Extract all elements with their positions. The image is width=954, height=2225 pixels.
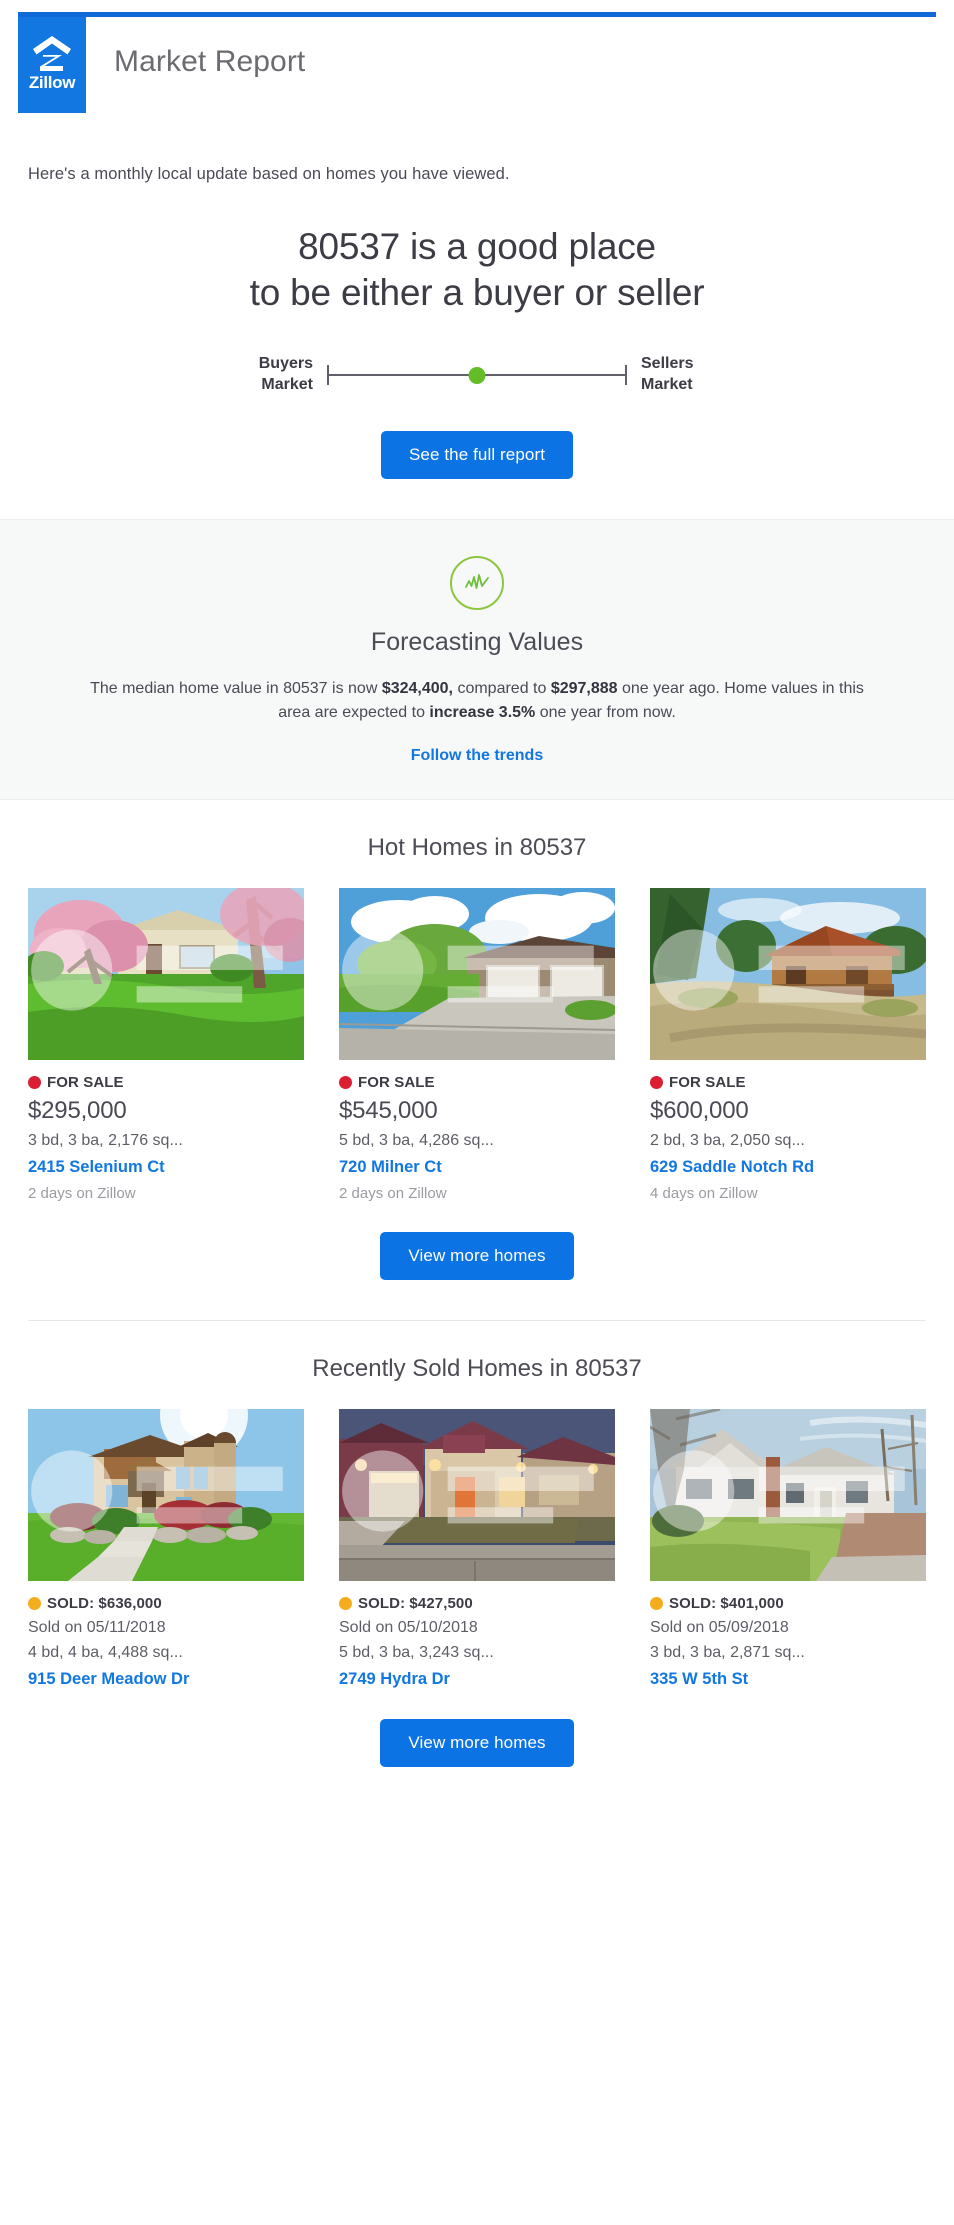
sold-status-badge: SOLD: $427,500 bbox=[339, 1595, 615, 1612]
hot-homes-section: Hot Homes in 80537 FOR SALE $295,000 3 b… bbox=[0, 800, 954, 1286]
listing-photo-stone-house-three-car-garage[interactable] bbox=[339, 888, 615, 1061]
hot-homes-card-grid: FOR SALE $295,000 3 bd, 3 ba, 2,176 sq..… bbox=[28, 888, 926, 1202]
forecast-title: Forecasting Values bbox=[370, 628, 584, 657]
sold-dot-icon bbox=[339, 1597, 352, 1611]
forecast-body: The median home value in 80537 is now $3… bbox=[77, 677, 877, 725]
buyers-market-label: Buyers Market bbox=[258, 354, 313, 393]
forecast-text-1: The median home value in 80537 is now bbox=[90, 680, 382, 698]
for-sale-dot-icon bbox=[28, 1076, 41, 1090]
listing-details: 2 bd, 3 ba, 2,050 sq... bbox=[650, 1132, 805, 1150]
hot-homes-title: Hot Homes in 80537 bbox=[367, 834, 587, 862]
listing-photo-ranch-house-blossom-trees[interactable] bbox=[28, 888, 304, 1061]
sold-status-text: SOLD: $427,500 bbox=[358, 1595, 473, 1613]
sold-address-link[interactable]: 915 Deer Meadow Dr bbox=[28, 1670, 304, 1689]
mls-watermark-icon bbox=[653, 929, 905, 1011]
listing-card[interactable]: FOR SALE $600,000 2 bd, 3 ba, 2,050 sq..… bbox=[650, 888, 926, 1202]
listing-status-text: FOR SALE bbox=[47, 1074, 124, 1092]
sold-status-text: SOLD: $636,000 bbox=[47, 1595, 162, 1613]
trend-line-icon bbox=[450, 556, 504, 611]
sold-status-text: SOLD: $401,000 bbox=[669, 1595, 784, 1613]
listing-address-link[interactable]: 720 Milner Ct bbox=[339, 1158, 615, 1177]
sold-card[interactable]: SOLD: $401,000 Sold on 05/09/2018 3 bd, … bbox=[650, 1409, 926, 1689]
listing-photo-log-cabin-mountain[interactable] bbox=[650, 888, 926, 1061]
hot-homes-cta-row: View more homes bbox=[28, 1232, 926, 1286]
sold-homes-title: Recently Sold Homes in 80537 bbox=[312, 1355, 642, 1383]
hero-headline: 80537 is a good place to be either a buy… bbox=[28, 224, 926, 316]
market-slider-track[interactable] bbox=[327, 360, 627, 390]
hero-cta-row: See the full report bbox=[28, 431, 926, 519]
listing-days-on-zillow: 2 days on Zillow bbox=[339, 1185, 447, 1203]
view-more-homes-button-sold[interactable]: View more homes bbox=[380, 1719, 574, 1768]
mls-watermark-icon bbox=[653, 1450, 905, 1532]
email-body: Zillow Market Report Here's a monthly lo… bbox=[0, 12, 954, 1802]
hero-section: 80537 is a good place to be either a buy… bbox=[0, 184, 954, 519]
for-sale-dot-icon bbox=[339, 1076, 352, 1090]
listing-price: $600,000 bbox=[650, 1097, 749, 1125]
listing-card[interactable]: FOR SALE $545,000 5 bd, 3 ba, 4,286 sq..… bbox=[339, 888, 615, 1202]
listing-status-badge: FOR SALE bbox=[28, 1074, 304, 1091]
sold-card[interactable]: SOLD: $636,000 Sold on 05/11/2018 4 bd, … bbox=[28, 1409, 304, 1689]
listing-address-link[interactable]: 2415 Selenium Ct bbox=[28, 1158, 304, 1177]
sold-homes-section: Recently Sold Homes in 80537 SOLD: $636,… bbox=[0, 1321, 954, 1801]
listing-price: $295,000 bbox=[28, 1097, 127, 1125]
prior-home-value: $297,888 bbox=[550, 680, 618, 698]
sold-date: Sold on 05/09/2018 bbox=[650, 1619, 789, 1637]
sold-status-badge: SOLD: $636,000 bbox=[28, 1595, 304, 1612]
sold-homes-cta-row: View more homes bbox=[28, 1719, 926, 1801]
email-header: Zillow Market Report bbox=[0, 17, 954, 127]
sold-details: 5 bd, 3 ba, 3,243 sq... bbox=[339, 1644, 494, 1662]
mls-watermark-icon bbox=[342, 1450, 594, 1532]
zillow-house-icon bbox=[33, 36, 71, 71]
page-title: Market Report bbox=[114, 45, 306, 78]
sold-photo-craftsman-home-dusk[interactable] bbox=[339, 1409, 615, 1582]
zillow-logo[interactable]: Zillow bbox=[18, 17, 86, 113]
listing-days-on-zillow: 4 days on Zillow bbox=[650, 1185, 758, 1203]
trend-line-glyph bbox=[465, 574, 489, 590]
listing-status-text: FOR SALE bbox=[358, 1074, 435, 1092]
intro-text: Here's a monthly local update based on h… bbox=[28, 165, 510, 183]
sold-dot-icon bbox=[28, 1597, 41, 1611]
listing-status-badge: FOR SALE bbox=[650, 1074, 926, 1091]
forecast-text-4: one year from now. bbox=[535, 704, 676, 722]
market-slider: Buyers Market Sellers Market bbox=[28, 354, 926, 396]
hero-headline-line1: 80537 is a good place bbox=[298, 226, 656, 267]
listing-status-text: FOR SALE bbox=[669, 1074, 746, 1092]
listing-address-link[interactable]: 629 Saddle Notch Rd bbox=[650, 1158, 926, 1177]
sold-card[interactable]: SOLD: $427,500 Sold on 05/10/2018 5 bd, … bbox=[339, 1409, 615, 1689]
sellers-market-label: Sellers Market bbox=[641, 354, 694, 393]
sold-photo-two-story-stucco-timber-home[interactable] bbox=[28, 1409, 304, 1582]
sold-date: Sold on 05/10/2018 bbox=[339, 1619, 478, 1637]
listing-details: 5 bd, 3 ba, 4,286 sq... bbox=[339, 1132, 494, 1150]
slider-knob[interactable] bbox=[468, 366, 486, 384]
for-sale-dot-icon bbox=[650, 1076, 663, 1090]
slider-cap-end bbox=[625, 364, 627, 385]
zillow-wordmark: Zillow bbox=[28, 73, 76, 92]
see-full-report-button[interactable]: See the full report bbox=[380, 431, 574, 480]
sold-status-badge: SOLD: $401,000 bbox=[650, 1595, 926, 1612]
forecast-change: increase 3.5% bbox=[429, 704, 536, 722]
hero-headline-line2: to be either a buyer or seller bbox=[249, 271, 705, 313]
listing-status-badge: FOR SALE bbox=[339, 1074, 615, 1091]
listing-price: $545,000 bbox=[339, 1097, 438, 1125]
listing-days-on-zillow: 2 days on Zillow bbox=[28, 1185, 136, 1203]
median-home-value: $324,400, bbox=[381, 680, 453, 698]
sold-date: Sold on 05/11/2018 bbox=[28, 1619, 166, 1637]
sold-address-link[interactable]: 2749 Hydra Dr bbox=[339, 1670, 615, 1689]
forecast-text-2: compared to bbox=[453, 680, 551, 698]
mls-watermark-icon bbox=[31, 1450, 283, 1532]
listing-card[interactable]: FOR SALE $295,000 3 bd, 3 ba, 2,176 sq..… bbox=[28, 888, 304, 1202]
slider-cap-start bbox=[327, 364, 329, 385]
follow-the-trends-link[interactable]: Follow the trends bbox=[411, 747, 543, 765]
sold-address-link[interactable]: 335 W 5th St bbox=[650, 1670, 926, 1689]
view-more-homes-button-hot[interactable]: View more homes bbox=[380, 1232, 574, 1281]
sold-dot-icon bbox=[650, 1597, 663, 1611]
sold-homes-card-grid: SOLD: $636,000 Sold on 05/11/2018 4 bd, … bbox=[28, 1409, 926, 1689]
sold-photo-white-cottage-bare-trees[interactable] bbox=[650, 1409, 926, 1582]
listing-details: 3 bd, 3 ba, 2,176 sq... bbox=[28, 1132, 183, 1150]
sold-details: 4 bd, 4 ba, 4,488 sq... bbox=[28, 1644, 183, 1662]
mls-watermark-icon bbox=[31, 929, 283, 1011]
forecast-panel: Forecasting Values The median home value… bbox=[0, 519, 954, 801]
sold-details: 3 bd, 3 ba, 2,871 sq... bbox=[650, 1644, 805, 1662]
mls-watermark-icon bbox=[342, 929, 594, 1011]
